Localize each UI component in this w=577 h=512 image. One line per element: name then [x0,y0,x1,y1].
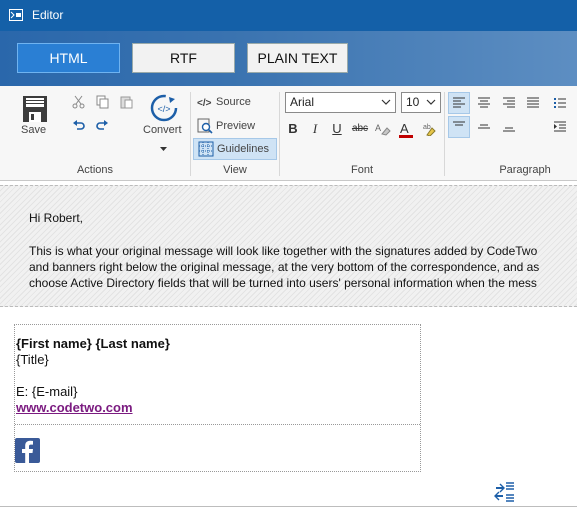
valign-top-icon[interactable] [448,116,470,138]
preview-button[interactable]: Preview [197,117,255,135]
guidelines-button[interactable]: Guidelines [193,138,277,160]
strikethrough-icon[interactable]: abc [350,119,370,139]
signature-website-link[interactable]: www.codetwo.com [16,400,133,415]
undo-icon[interactable] [70,118,86,134]
preview-icon [197,118,213,134]
canvas-bottom-border [0,506,577,507]
convert-button[interactable]: Convert [143,124,182,136]
align-left-icon[interactable] [448,92,470,114]
bullet-list-icon[interactable] [549,92,571,114]
title-bar: Editor [0,0,577,31]
message-line-2: and banners right below the original mes… [29,260,540,274]
font-family-value: Arial [290,95,315,109]
underline-icon[interactable]: U [327,119,347,139]
indent-icon[interactable] [549,116,571,138]
svg-text:ab: ab [423,124,431,131]
font-family-select[interactable]: Arial [285,92,396,113]
align-center-icon[interactable] [473,92,495,114]
svg-text:</>: </> [157,104,170,114]
signature-name[interactable]: {First name} {Last name} [16,336,170,351]
svg-text:</>: </> [197,98,212,107]
plain-text-mode-button[interactable]: PLAIN TEXT [247,43,348,73]
save-icon[interactable] [20,94,50,124]
rtf-mode-button[interactable]: RTF [132,43,235,73]
window-title: Editor [32,8,64,22]
redo-icon[interactable] [94,118,110,134]
paste-icon[interactable] [118,94,134,110]
chevron-down-icon [381,99,391,105]
html-mode-button[interactable]: HTML [17,43,120,73]
convert-dropdown-icon[interactable] [158,144,168,154]
font-size-select[interactable]: 10 [401,92,441,113]
source-button[interactable]: </> Source [197,93,251,111]
highlight-icon[interactable]: ab [420,119,440,139]
clear-formatting-icon[interactable]: A [373,119,393,139]
svg-text:A: A [375,123,381,133]
message-line-1: This is what your original message will … [29,244,538,258]
swap-icon[interactable] [494,481,516,506]
preview-label: Preview [216,120,256,132]
align-right-icon[interactable] [498,92,520,114]
signature-table[interactable]: {First name} {Last name} {Title} E: {E-m… [14,324,421,472]
message-line-3: choose Active Directory fields that will… [29,276,537,290]
signature-email[interactable]: E: {E-mail} [16,384,77,399]
justify-icon[interactable] [522,92,544,114]
svg-text:A: A [400,121,409,136]
valign-bottom-icon[interactable] [498,116,520,138]
ribbon-toolbar: Save </> Convert Actions </> Source Prev… [0,86,577,181]
cut-icon[interactable] [70,94,86,110]
editor-canvas[interactable]: Hi Robert, This is what your original me… [0,181,577,512]
original-message-preview: Hi Robert, This is what your original me… [0,185,577,307]
message-greeting: Hi Robert, [29,211,84,225]
convert-icon[interactable]: </> [148,92,180,124]
valign-middle-icon[interactable] [473,116,495,138]
facebook-icon[interactable] [15,438,40,463]
mode-bar: HTML RTF PLAIN TEXT [0,31,577,86]
font-color-icon[interactable]: A [396,119,416,139]
signature-divider [15,424,420,425]
view-group-label: View [223,164,247,176]
chevron-down-icon [426,99,436,105]
source-label: Source [216,96,251,108]
actions-group-label: Actions [76,164,114,176]
guidelines-label: Guidelines [217,143,269,155]
paragraph-group-label: Paragraph [499,164,551,176]
guidelines-icon [198,141,214,157]
italic-icon[interactable]: I [305,119,325,139]
ribbon-separator [279,92,280,176]
source-icon: </> [197,98,212,107]
editor-app-icon [9,9,23,21]
ribbon-separator [190,92,191,176]
signature-title[interactable]: {Title} [16,352,49,367]
ribbon-separator [444,92,445,176]
font-group-label: Font [350,164,373,176]
bold-icon[interactable]: B [283,119,303,139]
save-button[interactable]: Save [21,124,46,136]
font-size-value: 10 [406,95,420,109]
copy-icon[interactable] [94,94,110,110]
